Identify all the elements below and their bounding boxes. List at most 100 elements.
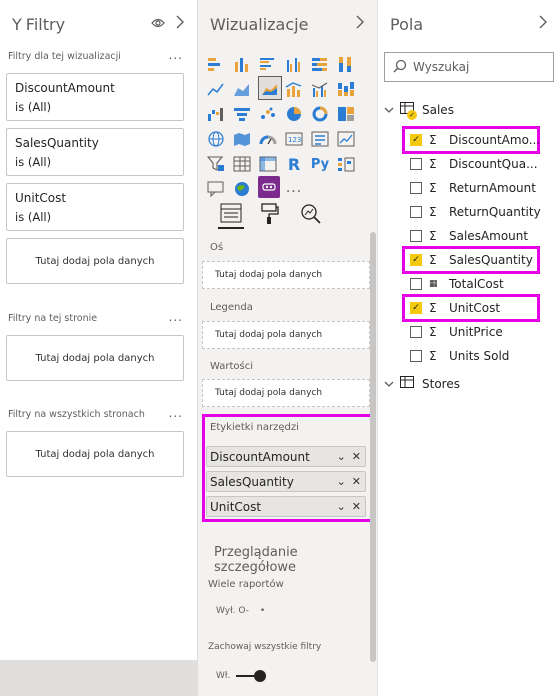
legend-drop-zone[interactable]: Tutaj dodaj pola danych bbox=[202, 321, 370, 349]
values-drop-zone[interactable]: Tutaj dodaj pola danych bbox=[202, 379, 370, 407]
visual-filter-drop-zone[interactable]: Tutaj dodaj pola danych bbox=[6, 238, 184, 284]
field-row[interactable]: Σ Units Sold bbox=[410, 345, 509, 367]
python-visual-icon[interactable]: Py bbox=[310, 154, 330, 174]
clustered-column-chart-icon[interactable] bbox=[284, 54, 304, 74]
sigma-icon: Σ bbox=[429, 253, 437, 267]
collapse-filters-chevron-icon[interactable] bbox=[175, 15, 185, 33]
eye-icon[interactable] bbox=[151, 16, 165, 32]
axis-drop-zone[interactable]: Tutaj dodaj pola danych bbox=[202, 261, 370, 289]
more-options-icon[interactable]: ... bbox=[169, 407, 183, 423]
checkbox[interactable] bbox=[410, 350, 422, 362]
line-and-clustered-column-chart-icon[interactable] bbox=[310, 79, 330, 99]
tooltip-field-name: DiscountAmount bbox=[210, 449, 310, 464]
all-pages-filter-drop-zone[interactable]: Tutaj dodaj pola danych bbox=[6, 431, 184, 477]
field-row[interactable]: Σ ReturnAmount bbox=[410, 177, 536, 199]
filter-card-name: SalesQuantity bbox=[15, 136, 99, 150]
drop-zone-text: Tutaj dodaj pola danych bbox=[215, 330, 323, 340]
remove-x-icon[interactable]: ✕ bbox=[352, 475, 361, 488]
more-options-icon[interactable]: ... bbox=[169, 311, 183, 327]
key-influencers-icon[interactable] bbox=[336, 154, 356, 174]
pie-chart-icon[interactable] bbox=[284, 104, 304, 124]
remove-x-icon[interactable]: ✕ bbox=[352, 450, 361, 463]
checkbox-checked[interactable]: ✓ bbox=[410, 302, 422, 314]
multi-row-card-icon[interactable] bbox=[310, 129, 330, 149]
checkbox-checked[interactable]: ✓ bbox=[410, 254, 422, 266]
filter-card-unitcost[interactable]: UnitCost is (All) bbox=[6, 183, 184, 231]
page-filter-drop-zone[interactable]: Tutaj dodaj pola danych bbox=[6, 335, 184, 381]
checkbox[interactable] bbox=[410, 182, 422, 194]
field-row[interactable]: Σ UnitPrice bbox=[410, 321, 503, 343]
card-icon[interactable]: 123 bbox=[284, 129, 304, 149]
filter-card-list: DiscountAmount is (All) SalesQuantity is… bbox=[0, 73, 197, 284]
remove-x-icon[interactable]: ✕ bbox=[352, 500, 361, 513]
arcgis-map-icon[interactable] bbox=[232, 179, 252, 199]
checkbox[interactable] bbox=[410, 326, 422, 338]
collapse-fields-chevron-icon[interactable] bbox=[538, 15, 548, 33]
expand-chevron-icon[interactable] bbox=[384, 103, 394, 117]
field-row[interactable]: ✓ Σ SalesQuantity bbox=[410, 249, 533, 271]
fields-title: Pola bbox=[390, 14, 424, 34]
viz-scrollbar[interactable] bbox=[370, 232, 376, 662]
expand-chevron-icon[interactable] bbox=[384, 377, 394, 391]
collapse-visualizations-chevron-icon[interactable] bbox=[355, 15, 365, 33]
chevron-down-icon[interactable]: ⌄ bbox=[337, 475, 346, 488]
field-row[interactable]: Σ ReturnQuantity bbox=[410, 201, 541, 223]
tooltip-field-pill[interactable]: UnitCost ⌄ ✕ bbox=[206, 496, 366, 517]
qna-visual-icon[interactable] bbox=[206, 179, 226, 199]
checkbox-checked[interactable]: ✓ bbox=[410, 134, 422, 146]
donut-chart-icon[interactable] bbox=[310, 104, 330, 124]
checkbox[interactable] bbox=[410, 278, 422, 290]
format-paint-roller-icon[interactable] bbox=[260, 203, 280, 228]
analytics-magnifier-icon[interactable] bbox=[300, 203, 322, 228]
funnel-chart-icon[interactable] bbox=[232, 104, 252, 124]
fields-tab-icon[interactable] bbox=[220, 203, 242, 226]
area-chart-icon[interactable] bbox=[232, 79, 252, 99]
100-stacked-bar-chart-icon[interactable] bbox=[310, 54, 330, 74]
slicer-icon[interactable] bbox=[206, 154, 226, 174]
r-script-visual-icon[interactable]: R bbox=[284, 154, 304, 174]
toggle-on-icon bbox=[236, 670, 267, 682]
clustered-bar-chart-icon[interactable] bbox=[258, 54, 278, 74]
table-icon[interactable] bbox=[232, 154, 252, 174]
chevron-down-icon[interactable]: ⌄ bbox=[337, 500, 346, 513]
stacked-area-chart-icon-selected[interactable] bbox=[258, 76, 282, 100]
fields-search-input[interactable]: Wyszukaj bbox=[384, 52, 554, 82]
field-row[interactable]: ✓ Σ DiscountAmo... bbox=[410, 129, 540, 151]
filter-card-discountamount[interactable]: DiscountAmount is (All) bbox=[6, 73, 184, 121]
matrix-icon[interactable] bbox=[258, 154, 278, 174]
kpi-icon[interactable] bbox=[336, 129, 356, 149]
drop-zone-text: Tutaj dodaj pola danych bbox=[215, 270, 323, 280]
treemap-icon[interactable] bbox=[336, 104, 356, 124]
line-chart-icon[interactable] bbox=[206, 79, 226, 99]
visualizations-header: Wizualizacje bbox=[198, 0, 377, 48]
table-icon bbox=[400, 376, 414, 391]
table-stores[interactable]: Stores bbox=[384, 376, 460, 391]
line-and-stacked-column-chart-icon[interactable] bbox=[284, 79, 304, 99]
ribbon-chart-icon[interactable] bbox=[336, 79, 356, 99]
stacked-column-chart-icon[interactable] bbox=[232, 54, 252, 74]
field-row[interactable]: ▦ TotalCost bbox=[410, 273, 504, 295]
tooltip-field-pill[interactable]: DiscountAmount ⌄ ✕ bbox=[206, 446, 366, 467]
gauge-icon[interactable] bbox=[258, 129, 278, 149]
cross-report-toggle[interactable]: Wył. O- • bbox=[216, 606, 265, 616]
scatter-chart-icon[interactable] bbox=[258, 104, 278, 124]
100-stacked-column-chart-icon[interactable] bbox=[336, 54, 356, 74]
more-visuals-icon[interactable]: ... bbox=[284, 178, 304, 198]
field-row[interactable]: Σ DiscountQua... bbox=[410, 153, 538, 175]
field-row[interactable]: ✓ Σ UnitCost bbox=[410, 297, 500, 319]
map-globe-icon[interactable] bbox=[206, 129, 226, 149]
field-row[interactable]: Σ SalesAmount bbox=[410, 225, 528, 247]
keep-filters-toggle[interactable]: Wł. bbox=[216, 670, 267, 682]
waterfall-chart-icon[interactable] bbox=[206, 104, 226, 124]
filter-card-salesquantity[interactable]: SalesQuantity is (All) bbox=[6, 128, 184, 176]
checkbox[interactable] bbox=[410, 230, 422, 242]
stacked-bar-chart-icon[interactable] bbox=[206, 54, 226, 74]
checkbox[interactable] bbox=[410, 206, 422, 218]
table-sales[interactable]: ✓ Sales bbox=[384, 102, 454, 120]
filled-map-icon[interactable] bbox=[232, 129, 252, 149]
tooltip-field-pill[interactable]: SalesQuantity ⌄ ✕ bbox=[206, 471, 366, 492]
checkbox[interactable] bbox=[410, 158, 422, 170]
chevron-down-icon[interactable]: ⌄ bbox=[337, 450, 346, 463]
more-options-icon[interactable]: ... bbox=[169, 49, 183, 65]
custom-visual-icon[interactable] bbox=[258, 176, 280, 198]
